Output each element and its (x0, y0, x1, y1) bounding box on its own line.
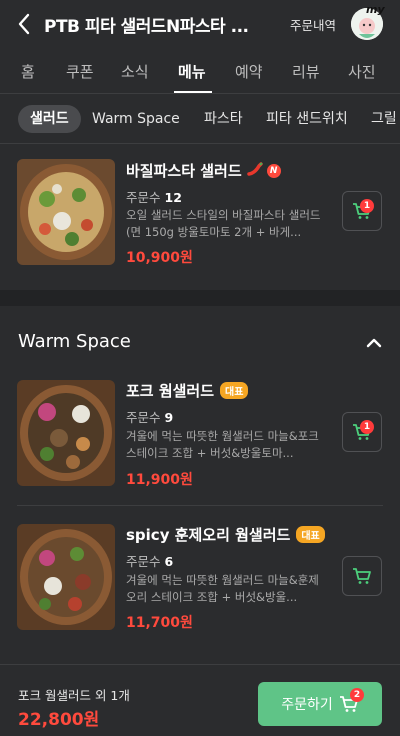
tab-reviews[interactable]: 리뷰 (292, 61, 320, 82)
order-history-link[interactable]: 주문내역 (290, 15, 336, 34)
representative-badge: 대표 (220, 382, 249, 399)
tab-menu[interactable]: 메뉴 (178, 61, 206, 82)
cart-count-badge: 1 (360, 420, 374, 434)
cart-count-badge: 1 (360, 199, 374, 213)
cart-icon (353, 568, 371, 584)
item-name: spicy 훈제오리 웜샐러드 대표 (126, 524, 325, 545)
order-count: 주문수 12 (126, 190, 182, 205)
item-description: 겨울에 먹는 따뜻한 웜샐러드 마늘&훈제오리 스테이크 조합 + 버섯&방울.… (126, 573, 319, 604)
active-tab-indicator (174, 91, 212, 93)
item-description: 겨울에 먹는 따뜻한 웜샐러드 마늘&포크 스테이크 조합 + 버섯&방울토마.… (126, 429, 319, 460)
tab-reservation[interactable]: 예약 (235, 61, 263, 82)
menu-item[interactable]: 바질파스타 샐러드 N 주문수 12 오일 샐러드 스타일의 바질파스타 샐러드… (0, 144, 400, 290)
category-pita-sandwich[interactable]: 피타 샌드위치 (266, 105, 348, 133)
chevron-left-icon (18, 13, 30, 35)
tab-news[interactable]: 소식 (121, 61, 149, 82)
menu-item[interactable]: spicy 훈제오리 웜샐러드 대표 주문수 6 겨울에 먹는 따뜻한 웜샐러드… (0, 510, 400, 660)
chevron-up-icon (366, 338, 382, 348)
order-count: 주문수 9 (126, 410, 174, 425)
category-grill[interactable]: 그릴 (371, 105, 397, 133)
order-count-badge: 2 (350, 688, 364, 702)
item-name-text: 포크 웜샐러드 (126, 382, 215, 400)
cart-total: 22,800원 (18, 710, 100, 730)
order-button[interactable]: 주문하기 (258, 682, 382, 726)
item-photo (17, 524, 115, 630)
order-button-label: 주문하기 (281, 697, 333, 713)
item-name: 포크 웜샐러드 대표 (126, 380, 249, 401)
tab-photos[interactable]: 사진 (348, 61, 376, 82)
section-divider (0, 290, 400, 306)
item-divider (17, 505, 383, 506)
item-price: 10,900원 (126, 250, 193, 266)
category-warm-space[interactable]: Warm Space (92, 105, 180, 133)
item-photo (17, 159, 115, 265)
section-title: Warm Space (18, 331, 131, 352)
category-salad[interactable]: 샐러드 (18, 105, 81, 133)
order-summary-bar: 포크 웜샐러드 외 1개 22,800원 주문하기 2 (0, 664, 400, 736)
tab-coupon[interactable]: 쿠폰 (66, 61, 94, 82)
order-count: 주문수 6 (126, 554, 174, 569)
item-price: 11,900원 (126, 472, 193, 488)
cart-summary: 포크 웜샐러드 외 1개 (18, 688, 130, 703)
tab-home[interactable]: 홈 (21, 61, 35, 82)
store-title: PTB 피타 샐러드N파스타 ... (44, 17, 249, 37)
avatar-tag: my (366, 3, 385, 16)
item-name-text: spicy 훈제오리 웜샐러드 (126, 526, 291, 544)
item-photo (17, 380, 115, 486)
category-pasta[interactable]: 파스타 (204, 105, 243, 133)
top-header: PTB 피타 샐러드N파스타 ... 주문내역 my (0, 0, 400, 48)
new-badge: N (266, 163, 281, 178)
menu-item[interactable]: 포크 웜샐러드 대표 주문수 9 겨울에 먹는 따뜻한 웜샐러드 마늘&포크 스… (0, 366, 400, 496)
representative-badge: 대표 (296, 526, 325, 543)
add-to-cart-button[interactable] (342, 556, 382, 596)
item-name: 바질파스타 샐러드 N (126, 160, 281, 181)
item-name-text: 바질파스타 샐러드 (126, 162, 242, 180)
item-price: 11,700원 (126, 615, 193, 631)
item-description: 오일 샐러드 스타일의 바질파스타 샐러드 (면 150g 방울토마토 2개 +… (126, 208, 321, 239)
main-tabs: 홈 쿠폰 소식 메뉴 예약 리뷰 사진 (0, 48, 400, 94)
collapse-section-button[interactable] (366, 334, 382, 353)
chili-pepper-icon (246, 161, 263, 180)
back-button[interactable] (10, 10, 38, 38)
category-bar: 샐러드 Warm Space 파스타 피타 샌드위치 그릴 (0, 94, 400, 144)
